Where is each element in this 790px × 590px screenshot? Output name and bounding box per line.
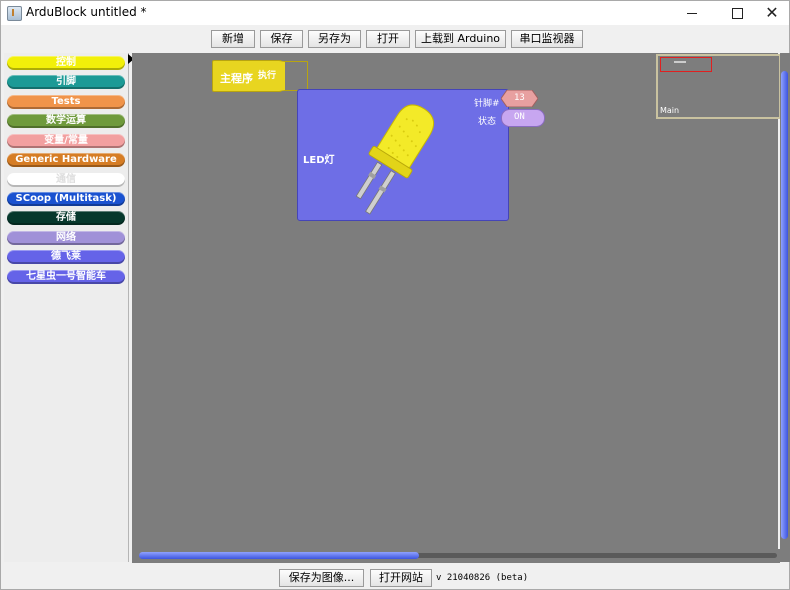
led-state-label: 状态 bbox=[478, 117, 497, 127]
title-bar: ArduBlock untitled * ✕ bbox=[1, 1, 789, 25]
palette-label: 网络 bbox=[56, 232, 76, 243]
palette-label: 七星虫一号智能车 bbox=[26, 271, 106, 282]
palette-label: Generic Hardware bbox=[15, 154, 117, 165]
palette-pins[interactable]: 引脚 bbox=[7, 75, 125, 89]
serial-monitor-button[interactable]: 串口监视器 bbox=[511, 30, 583, 48]
block-palette: 控制 引脚 Tests 数学运算 变量/常量 Generic Hardware … bbox=[4, 53, 129, 562]
main-block-exec-label: 执行 bbox=[258, 71, 277, 81]
minimize-button[interactable] bbox=[675, 1, 709, 25]
toolbar: 新增 保存 另存为 打开 上载到 Arduino 串口监视器 bbox=[1, 25, 789, 51]
palette-label: 控制 bbox=[56, 57, 76, 68]
ardublock-app-icon bbox=[7, 6, 22, 21]
horizontal-scrollbar[interactable] bbox=[132, 549, 780, 563]
palette-label: 数学运算 bbox=[46, 115, 86, 126]
palette-generic-hardware[interactable]: Generic Hardware bbox=[7, 153, 125, 167]
main-block-label: 主程序 bbox=[220, 72, 253, 85]
palette-communication[interactable]: 通信 bbox=[7, 173, 125, 187]
palette-network[interactable]: 网络 bbox=[7, 231, 125, 245]
status-bar: 保存为图像... 打开网站 v 21040826 (beta) bbox=[1, 565, 789, 589]
palette-storage[interactable]: 存储 bbox=[7, 211, 125, 225]
save-as-button[interactable]: 另存为 bbox=[308, 30, 361, 48]
upload-arduino-button[interactable]: 上载到 Arduino bbox=[415, 30, 506, 48]
open-website-button[interactable]: 打开网站 bbox=[370, 569, 432, 587]
led-block-label: LED灯 bbox=[303, 155, 335, 166]
horizontal-scroll-thumb[interactable] bbox=[139, 552, 419, 559]
save-as-image-button[interactable]: 保存为图像... bbox=[279, 569, 364, 587]
palette-label: 存储 bbox=[56, 212, 76, 223]
palette-defeilai[interactable]: 德飞莱 bbox=[7, 250, 125, 264]
pin-value[interactable]: 13 bbox=[514, 93, 525, 103]
main-block-bracket bbox=[279, 61, 308, 91]
maximize-button[interactable] bbox=[720, 1, 754, 25]
vertical-scrollbar[interactable] bbox=[780, 53, 790, 562]
palette-variables[interactable]: 变量/常量 bbox=[7, 134, 125, 148]
led-pin-label: 针脚# bbox=[474, 99, 500, 109]
palette-label: 通信 bbox=[56, 174, 76, 185]
palette-control[interactable]: 控制 bbox=[7, 56, 125, 70]
open-button[interactable]: 打开 bbox=[366, 30, 410, 48]
version-label: v 21040826 (beta) bbox=[436, 573, 529, 583]
minimize-icon bbox=[687, 12, 697, 14]
state-value[interactable]: ON bbox=[514, 112, 525, 122]
window-title: ArduBlock untitled * bbox=[26, 5, 147, 19]
palette-math[interactable]: 数学运算 bbox=[7, 114, 125, 128]
minimap-label: Main bbox=[660, 106, 680, 115]
minimap[interactable]: Main bbox=[656, 54, 781, 119]
minimap-viewport[interactable] bbox=[660, 57, 712, 72]
led-bulb-icon bbox=[355, 104, 435, 215]
minimap-block-preview bbox=[674, 61, 686, 63]
palette-label: SCoop (Multitask) bbox=[15, 193, 117, 204]
palette-smart-car[interactable]: 七星虫一号智能车 bbox=[7, 270, 125, 284]
close-button[interactable]: ✕ bbox=[755, 1, 789, 25]
palette-label: 变量/常量 bbox=[44, 135, 88, 146]
vertical-scroll-thumb[interactable] bbox=[781, 71, 788, 539]
palette-label: 引脚 bbox=[56, 76, 76, 87]
palette-label: Tests bbox=[51, 96, 81, 107]
close-icon: ✕ bbox=[765, 3, 779, 22]
ardublock-window: ArduBlock untitled * ✕ 新增 保存 另存为 打开 上载到 … bbox=[0, 0, 790, 590]
palette-scoop[interactable]: SCoop (Multitask) bbox=[7, 192, 125, 206]
save-button[interactable]: 保存 bbox=[260, 30, 303, 48]
new-button[interactable]: 新增 bbox=[211, 30, 255, 48]
palette-tests[interactable]: Tests bbox=[7, 95, 125, 109]
palette-label: 德飞莱 bbox=[51, 251, 81, 262]
maximize-icon bbox=[731, 7, 743, 19]
